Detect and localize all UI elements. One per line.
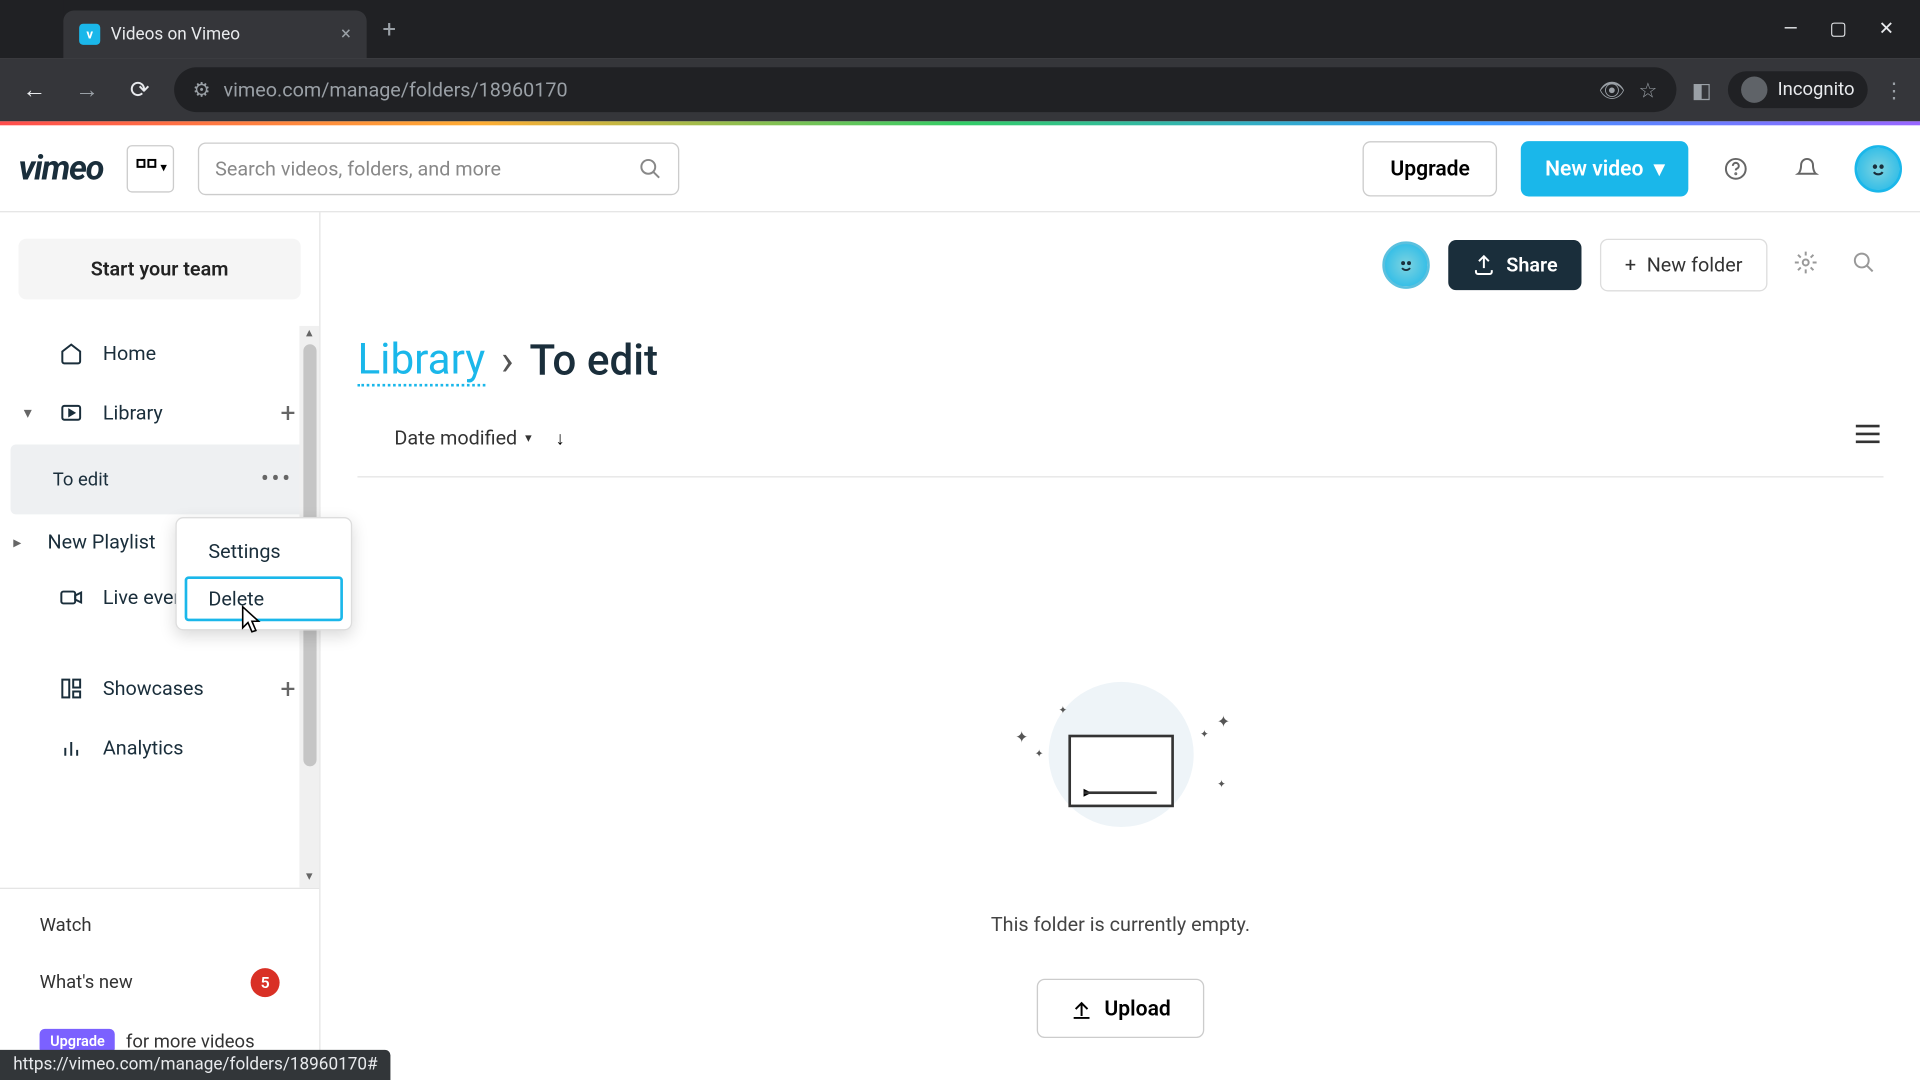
forward-button: → bbox=[69, 76, 106, 104]
sidebar-item-whats-new[interactable]: What's new 5 bbox=[0, 952, 319, 1013]
bookmark-icon[interactable]: ☆ bbox=[1639, 77, 1658, 102]
app-header: vimeo ▾ Upgrade New video ▾ bbox=[0, 125, 1920, 212]
sidebar-item-home[interactable]: Home bbox=[0, 326, 319, 381]
chevron-down-icon[interactable]: ▾ bbox=[24, 404, 40, 422]
breadcrumb-separator: › bbox=[501, 335, 514, 385]
start-team-button[interactable]: Start your team bbox=[18, 239, 300, 300]
sidebar-item-label: What's new bbox=[40, 972, 133, 993]
sidebar-item-label: Analytics bbox=[103, 736, 184, 760]
search-in-folder-icon[interactable] bbox=[1844, 241, 1884, 288]
browser-tab-bar: v Videos on Vimeo × + — ▢ ✕ bbox=[0, 0, 1920, 58]
minimize-icon[interactable]: — bbox=[1783, 18, 1797, 39]
url-text: vimeo.com/manage/folders/18960170 bbox=[224, 78, 568, 102]
library-icon bbox=[58, 401, 84, 425]
scroll-up-arrow[interactable]: ▴ bbox=[299, 326, 319, 344]
sidebar-item-library[interactable]: ▾ Library + bbox=[0, 381, 319, 444]
empty-folder-illustration: ✦ ✦ ✦ ✦ ✦ ✦ ▶ bbox=[1022, 715, 1220, 847]
empty-state-text: This folder is currently empty. bbox=[991, 913, 1250, 937]
breadcrumb: Library › To edit bbox=[357, 334, 1883, 387]
incognito-icon bbox=[1741, 77, 1767, 103]
main-content: Share + New folder Library › To edit Dat… bbox=[321, 212, 1920, 1080]
upgrade-button[interactable]: Upgrade bbox=[1363, 140, 1498, 195]
incognito-badge[interactable]: Incognito bbox=[1728, 71, 1868, 108]
sidebar-subitem-to-edit[interactable]: To edit ••• bbox=[11, 445, 309, 515]
sort-dropdown[interactable]: Date modified ▾ bbox=[384, 418, 543, 458]
grid-icon bbox=[134, 156, 158, 180]
address-bar[interactable]: ⚙ vimeo.com/manage/folders/18960170 👁 ☆ bbox=[174, 67, 1676, 112]
maximize-icon[interactable]: ▢ bbox=[1829, 18, 1846, 39]
search-input[interactable] bbox=[215, 156, 638, 180]
sidebar-subitem-label: New Playlist bbox=[47, 530, 155, 554]
sidebar-item-watch[interactable]: Watch bbox=[0, 900, 319, 953]
sidebar-item-label: Home bbox=[103, 342, 156, 366]
user-avatar[interactable] bbox=[1855, 144, 1902, 191]
site-settings-icon[interactable]: ⚙ bbox=[193, 78, 211, 102]
sidebar: Start your team ▴ ▾ Home ▾ Library + bbox=[0, 212, 321, 1080]
upgrade-promo-text: for more videos bbox=[126, 1031, 255, 1052]
reload-button[interactable]: ⟳ bbox=[121, 76, 158, 104]
new-tab-button[interactable]: + bbox=[383, 15, 396, 43]
browser-toolbar: ← → ⟳ ⚙ vimeo.com/manage/folders/1896017… bbox=[0, 58, 1920, 121]
context-menu-settings[interactable]: Settings bbox=[177, 526, 351, 576]
context-menu-delete[interactable]: Delete bbox=[185, 576, 343, 621]
menu-icon[interactable]: ⋮ bbox=[1884, 77, 1905, 102]
analytics-icon bbox=[58, 736, 84, 760]
showcases-icon bbox=[58, 677, 84, 701]
notifications-icon[interactable] bbox=[1783, 144, 1830, 191]
chevron-down-icon: ▾ bbox=[1654, 156, 1665, 181]
empty-state: ✦ ✦ ✦ ✦ ✦ ✦ ▶ This folder is currently e… bbox=[357, 715, 1883, 1038]
member-avatar[interactable] bbox=[1382, 241, 1429, 288]
chevron-right-icon[interactable]: ▸ bbox=[13, 533, 29, 551]
whats-new-badge: 5 bbox=[251, 968, 280, 997]
more-options-icon[interactable]: ••• bbox=[253, 463, 301, 496]
vimeo-logo[interactable]: vimeo bbox=[18, 148, 103, 188]
side-panel-icon[interactable]: ◧ bbox=[1692, 77, 1712, 102]
sidebar-subitem-label: To edit bbox=[53, 469, 109, 490]
help-icon[interactable] bbox=[1712, 144, 1759, 191]
add-showcase-icon[interactable]: + bbox=[280, 673, 295, 705]
vimeo-favicon: v bbox=[79, 24, 100, 45]
close-window-icon[interactable]: ✕ bbox=[1879, 18, 1894, 39]
list-view-icon[interactable] bbox=[1852, 418, 1884, 458]
new-folder-button[interactable]: + New folder bbox=[1600, 239, 1768, 292]
breadcrumb-current: To edit bbox=[530, 335, 658, 385]
sort-row: Date modified ▾ ↓ bbox=[357, 418, 1883, 477]
upload-icon bbox=[1070, 997, 1094, 1021]
search-icon[interactable] bbox=[639, 156, 663, 180]
back-button[interactable]: ← bbox=[16, 76, 53, 104]
browser-status-bar: https://vimeo.com/manage/folders/1896017… bbox=[0, 1050, 391, 1080]
browser-tab[interactable]: v Videos on Vimeo × bbox=[63, 11, 366, 58]
content-toolbar: Share + New folder bbox=[357, 239, 1883, 292]
folder-context-menu: Settings Delete bbox=[175, 517, 352, 630]
sidebar-item-showcases[interactable]: Showcases + bbox=[0, 657, 319, 720]
breadcrumb-library-link[interactable]: Library bbox=[357, 334, 485, 387]
tab-title: Videos on Vimeo bbox=[111, 24, 331, 44]
video-icon bbox=[58, 586, 84, 610]
scroll-down-arrow[interactable]: ▾ bbox=[299, 869, 319, 887]
share-button[interactable]: Share bbox=[1448, 240, 1581, 290]
add-to-library-icon[interactable]: + bbox=[280, 397, 295, 429]
sort-direction-icon[interactable]: ↓ bbox=[556, 427, 565, 449]
chevron-down-icon: ▾ bbox=[525, 431, 532, 446]
sidebar-item-label: Showcases bbox=[103, 677, 204, 701]
sidebar-item-label: Watch bbox=[40, 915, 92, 936]
upload-button[interactable]: Upload bbox=[1037, 979, 1204, 1038]
settings-icon[interactable] bbox=[1786, 241, 1826, 288]
search-container[interactable] bbox=[198, 142, 679, 195]
new-video-button[interactable]: New video ▾ bbox=[1521, 140, 1688, 195]
workspace-switcher[interactable]: ▾ bbox=[127, 144, 174, 191]
plus-icon: + bbox=[1625, 253, 1636, 277]
sidebar-item-label: Library bbox=[103, 401, 163, 425]
visibility-icon[interactable]: 👁 bbox=[1599, 77, 1626, 102]
close-tab-icon[interactable]: × bbox=[341, 24, 351, 45]
home-icon bbox=[58, 342, 84, 366]
sidebar-item-analytics[interactable]: Analytics bbox=[0, 720, 319, 775]
share-icon bbox=[1472, 253, 1496, 277]
